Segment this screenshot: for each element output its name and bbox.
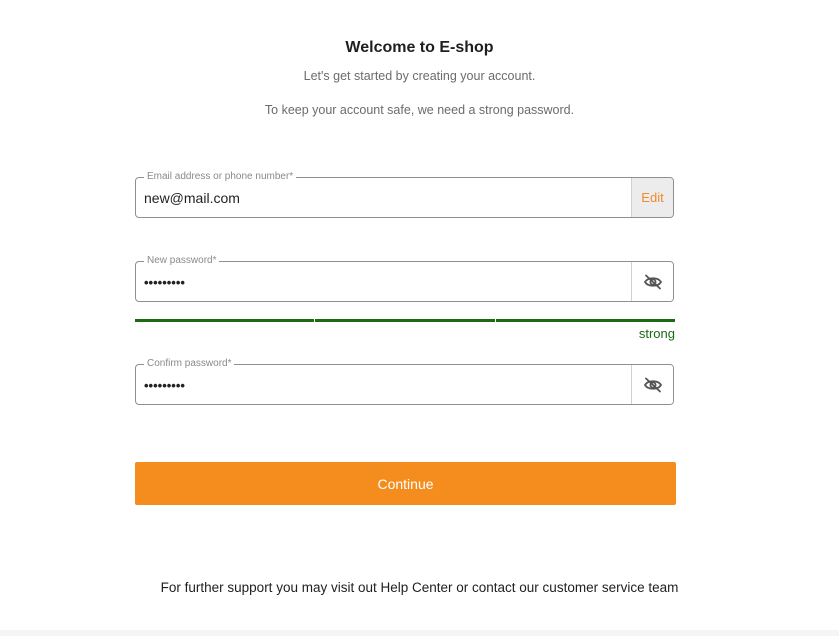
password-strength-label: strong [638, 326, 675, 341]
edit-email-label: Edit [641, 190, 664, 205]
toggle-confirm-password-button[interactable] [631, 365, 673, 404]
continue-button-label: Continue [377, 475, 434, 492]
support-footer-text: For further support you may visit out He… [160, 580, 679, 595]
edit-email-button[interactable]: Edit [631, 178, 673, 217]
eye-slash-icon [643, 274, 662, 289]
continue-button[interactable]: Continue [135, 462, 676, 505]
eye-slash-icon [643, 377, 662, 392]
bottom-divider [0, 630, 839, 636]
password-strength-bar [135, 319, 675, 322]
new-password-value[interactable]: ••••••••• [144, 262, 185, 301]
confirm-password-field[interactable]: Confirm password* ••••••••• [135, 357, 674, 405]
strength-segment [495, 319, 675, 322]
email-field-value[interactable]: new@mail.com [144, 178, 240, 217]
strength-segment [135, 319, 315, 322]
confirm-password-value[interactable]: ••••••••• [144, 365, 185, 404]
signup-page: Welcome to E-shop Let's get started by c… [0, 0, 839, 636]
strength-segment [315, 319, 495, 322]
email-field[interactable]: Email address or phone number* new@mail.… [135, 170, 674, 218]
page-title: Welcome to E-shop [345, 39, 494, 56]
page-subtitle: Let's get started by creating your accou… [303, 69, 536, 83]
new-password-field[interactable]: New password* ••••••••• [135, 254, 674, 302]
password-info-text: To keep your account safe, we need a str… [264, 103, 575, 117]
toggle-new-password-button[interactable] [631, 262, 673, 301]
